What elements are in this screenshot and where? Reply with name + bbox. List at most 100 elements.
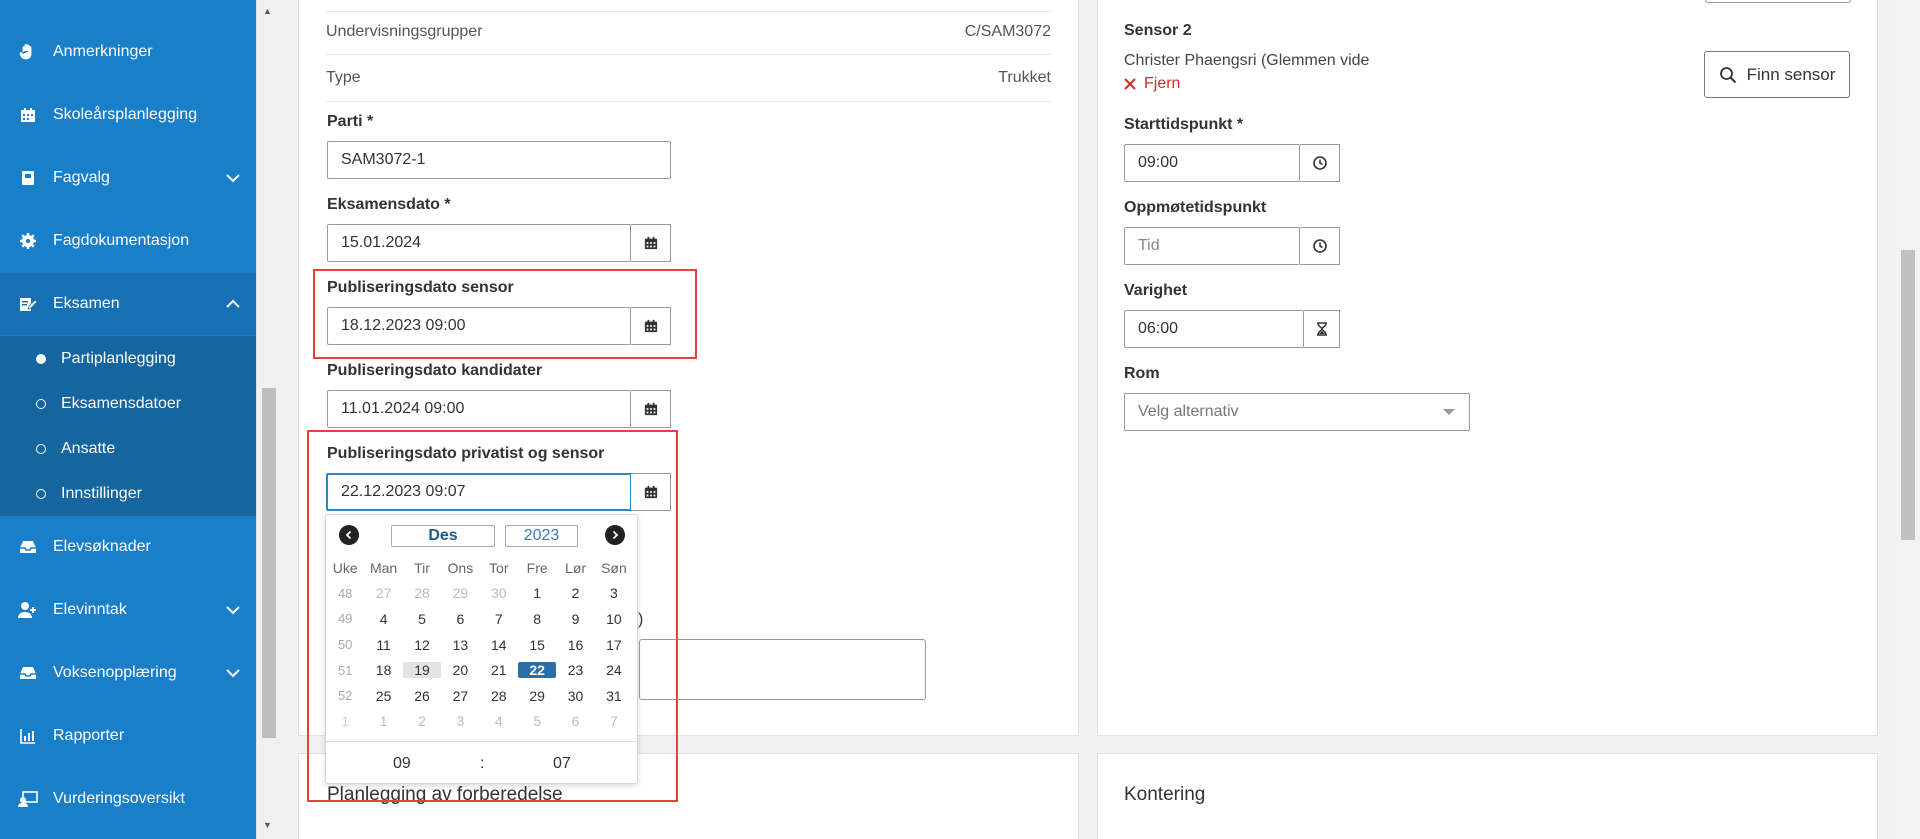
subitem-label: Innstillinger bbox=[61, 484, 142, 502]
rom-select[interactable]: Velg alternativ bbox=[1124, 393, 1470, 431]
sidebar-item-label: Eksamen bbox=[53, 295, 120, 312]
varighet-value: 06:00 bbox=[1138, 320, 1179, 337]
start-time-clock-button[interactable] bbox=[1300, 144, 1340, 182]
oppmote-time-input[interactable]: Tid bbox=[1124, 227, 1300, 265]
sidebar-item-elevsoknader[interactable]: Elevsøknader bbox=[0, 516, 256, 578]
sidebar-item-label: Fagdokumentasjon bbox=[53, 232, 190, 249]
subitem-label: Ansatte bbox=[61, 439, 116, 457]
undervisningsgrupper-label: Undervisningsgrupper bbox=[326, 23, 483, 40]
remove-sensor-link[interactable]: Fjern bbox=[1124, 75, 1180, 93]
varighet-hourglass-button[interactable] bbox=[1304, 310, 1340, 348]
oppmote-placeholder: Tid bbox=[1138, 237, 1160, 254]
chevron-down-icon bbox=[226, 669, 240, 678]
eksamensdato-label: Eksamensdato * bbox=[327, 196, 451, 213]
sidebar-item-label: Vurderingsoversikt bbox=[53, 790, 185, 807]
find-sensor-button[interactable]: Finn sensor bbox=[1704, 51, 1850, 98]
sidebar-item-elevinntak[interactable]: Elevinntak bbox=[0, 579, 256, 641]
eksamensdato-calendar-button[interactable] bbox=[631, 224, 671, 262]
eksamensdato-input[interactable]: 15.01.2024 bbox=[327, 224, 631, 262]
sidebar-item-label: Elevsøknader bbox=[53, 538, 151, 555]
sidebar-subitem-eksamensdatoer[interactable]: Eksamensdatoer bbox=[0, 381, 256, 426]
clock-icon bbox=[1312, 239, 1327, 253]
sidebar-subitem-innstillinger[interactable]: Innstillinger bbox=[0, 471, 256, 516]
chevron-down-icon bbox=[226, 606, 240, 615]
kontering-card: Kontering bbox=[1097, 753, 1878, 839]
comment-textarea[interactable] bbox=[639, 639, 926, 700]
dropdown-caret-icon bbox=[1443, 409, 1455, 415]
sidebar-subitem-partiplanlegging[interactable]: Partiplanlegging bbox=[0, 336, 256, 381]
sidebar-item-rapporter[interactable]: Rapporter bbox=[0, 705, 256, 767]
kontering-title: Kontering bbox=[1124, 784, 1206, 805]
sidebar-item-eksamen[interactable]: Eksamen bbox=[0, 273, 256, 335]
inbox-icon bbox=[18, 663, 38, 683]
sidebar-item-label: Fagvalg bbox=[53, 169, 110, 186]
chevron-up-icon bbox=[226, 299, 240, 308]
sidebar-item-fagdokumentasjon[interactable]: Fagdokumentasjon bbox=[0, 210, 256, 272]
divider bbox=[326, 101, 1052, 102]
start-time-input[interactable]: 09:00 bbox=[1124, 144, 1300, 182]
highlight-box-pub-sensor bbox=[313, 269, 697, 359]
remove-label: Fjern bbox=[1144, 75, 1181, 92]
type-row: Type Trukket bbox=[299, 69, 1078, 87]
sidebar-item-label: Elevinntak bbox=[53, 601, 127, 618]
sidebar-item-vurderingsoversikt[interactable]: Vurderingsoversikt bbox=[0, 768, 256, 830]
undervisningsgrupper-value: C/SAM3072 bbox=[964, 23, 1051, 40]
sidebar-item-fagvalg[interactable]: Fagvalg bbox=[0, 147, 256, 209]
sidebar-item-label: Skoleårsplanlegging bbox=[53, 106, 198, 123]
parti-label: Parti * bbox=[327, 113, 374, 130]
sidebar: Anmerkninger Skoleårsplanlegging Fagvalg… bbox=[0, 0, 256, 839]
undervisningsgrupper-row: Undervisningsgrupper C/SAM3072 bbox=[299, 23, 1078, 41]
pub-kandidater-value: 11.01.2024 09:00 bbox=[341, 400, 465, 417]
circle-icon bbox=[36, 398, 46, 409]
sidebar-item-skolearsplanlegging[interactable]: Skoleårsplanlegging bbox=[0, 84, 256, 146]
sidebar-subitem-ansatte[interactable]: Ansatte bbox=[0, 426, 256, 471]
scrollbar-thumb[interactable] bbox=[262, 388, 276, 738]
oppmote-label: Oppmøtetidspunkt bbox=[1124, 199, 1267, 216]
sidebar-scrollbar[interactable]: ▲ ▼ bbox=[256, 0, 280, 839]
start-time-value: 09:00 bbox=[1138, 154, 1179, 171]
parti-value: SAM3072-1 bbox=[341, 151, 426, 168]
top-button-edge[interactable] bbox=[1705, 0, 1851, 3]
eksamensdato-value: 15.01.2024 bbox=[341, 234, 422, 251]
calendar-icon bbox=[644, 402, 657, 416]
parti-input[interactable]: SAM3072-1 bbox=[327, 141, 671, 179]
active-dot-icon bbox=[36, 353, 46, 364]
sidebar-item-label: Voksenopplæring bbox=[53, 664, 177, 681]
search-icon bbox=[1719, 66, 1736, 83]
type-label: Type bbox=[326, 69, 361, 86]
close-icon bbox=[1124, 78, 1136, 90]
pub-kandidater-label: Publiseringsdato kandidater bbox=[327, 362, 543, 379]
sidebar-item-voksenopplaering[interactable]: Voksenopplæring bbox=[0, 642, 256, 704]
subitem-label: Partiplanlegging bbox=[61, 349, 176, 367]
sidebar-item-label: Rapporter bbox=[53, 727, 125, 744]
sidebar-item-label: Anmerkninger bbox=[53, 43, 153, 60]
clock-icon bbox=[1312, 156, 1327, 170]
user-add-icon bbox=[18, 600, 38, 620]
varighet-input[interactable]: 06:00 bbox=[1124, 310, 1304, 348]
page-scrollbar[interactable] bbox=[1896, 0, 1920, 839]
scroll-up-arrow-icon[interactable]: ▲ bbox=[263, 6, 272, 16]
pub-kandidater-input[interactable]: 11.01.2024 09:00 bbox=[327, 390, 631, 428]
scrollbar-thumb[interactable] bbox=[1901, 250, 1915, 540]
pub-kandidater-calendar-button[interactable] bbox=[631, 390, 671, 428]
oppmote-clock-button[interactable] bbox=[1300, 227, 1340, 265]
start-label: Starttidspunkt * bbox=[1124, 116, 1244, 133]
calendar-icon bbox=[644, 236, 657, 250]
book-icon bbox=[18, 168, 38, 188]
monitor-user-icon bbox=[18, 789, 38, 809]
exam-edit-icon bbox=[18, 294, 38, 314]
highlight-box-pub-privatist bbox=[307, 430, 678, 802]
type-value: Trukket bbox=[998, 69, 1051, 86]
inbox-icon bbox=[18, 537, 38, 557]
varighet-label: Varighet bbox=[1124, 282, 1188, 299]
subitem-label: Eksamensdatoer bbox=[61, 394, 182, 412]
divider bbox=[326, 54, 1052, 55]
find-sensor-label: Finn sensor bbox=[1746, 64, 1836, 84]
sensor2-name: Christer Phaengsri (Glemmen vide bbox=[1124, 52, 1370, 69]
calendar-icon bbox=[18, 105, 38, 125]
scroll-down-arrow-icon[interactable]: ▼ bbox=[263, 820, 272, 830]
eksamen-submenu: Partiplanlegging Eksamensdatoer Ansatte … bbox=[0, 336, 256, 516]
gear-icon bbox=[18, 231, 38, 251]
hand-icon bbox=[18, 42, 38, 62]
sidebar-item-anmerkninger[interactable]: Anmerkninger bbox=[0, 21, 256, 83]
